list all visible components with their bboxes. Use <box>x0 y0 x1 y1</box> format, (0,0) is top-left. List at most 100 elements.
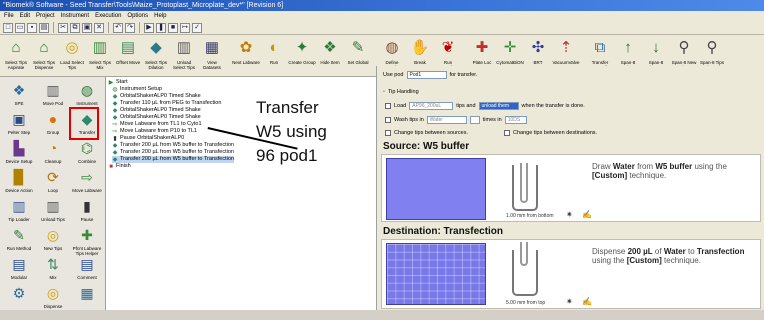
toolbar-button[interactable]: ✿ Next Labware <box>232 35 260 77</box>
start-icon: ▶ <box>108 79 114 86</box>
use-pod-select[interactable]: Pod1 <box>406 71 447 79</box>
new-tips-icon: ◎ <box>46 227 60 243</box>
transfer-step-icon: ◆ <box>112 142 118 149</box>
step-icon[interactable]: ↦ <box>180 22 190 33</box>
play-icon[interactable]: ▶ <box>144 22 154 33</box>
plugin-icon: ⚙ <box>12 285 26 301</box>
pause-toolbar-icon[interactable]: ❚ <box>156 22 166 33</box>
toolbar-button[interactable]: ⌂ Select Tips Dispense <box>30 35 58 77</box>
transfer-step-icon: ◆ <box>112 149 118 156</box>
source-height-label[interactable]: 1.00 mm from bottom <box>506 213 554 219</box>
toolbar-button[interactable]: ◎ Load Select Tips <box>58 35 86 77</box>
step-configuration-panel: Use pod Pod1 for transfer. ◦ Tip Handlin… <box>376 66 764 310</box>
menu-instrument[interactable]: Instrument <box>61 11 89 21</box>
toolbar-button[interactable]: ▥ Select Tips Mix <box>86 35 114 77</box>
palette-item-label: Dispense <box>43 304 63 309</box>
load-tips-row: Load AP96_200uL tips and unload them whe… <box>385 102 585 110</box>
method-step[interactable]: ◆ Transfer 200 µL from W5 buffer to Trans… <box>112 142 234 149</box>
method-step[interactable]: ◆ Transfer 200 µL from W5 buffer to Trans… <box>112 156 234 163</box>
print-icon[interactable]: ▤ <box>39 22 49 33</box>
toolbar-button-label: Run <box>269 60 279 65</box>
toolbar-button[interactable]: ❖ Hide Item <box>316 35 344 77</box>
dest-height-label[interactable]: 5.00 mm from top <box>506 300 545 306</box>
method-step[interactable]: ◆ OrbitalShakerALP0 Timed Shake <box>112 107 201 114</box>
palette-item[interactable]: ⚙ <box>2 282 36 320</box>
copy-icon[interactable]: ⧉ <box>70 22 80 33</box>
settings-icon[interactable]: ✍ <box>582 210 592 219</box>
redo-icon[interactable]: ↷ <box>125 22 135 33</box>
method-step[interactable]: ⇨ Move Labware from TL1 to Cyto1 <box>112 121 202 128</box>
span8-dispense-icon: ↓ <box>652 39 660 56</box>
delete-icon[interactable]: ✕ <box>94 22 104 33</box>
toolbar-button[interactable]: ✎ Set Global <box>344 35 372 77</box>
toolbar-button[interactable]: ◐ Run <box>260 35 288 77</box>
cleanup-icon: ◔ <box>48 140 58 156</box>
stop-icon[interactable]: ■ <box>168 22 178 33</box>
method-step[interactable]: ◆ Transfer 110 µL from PEG to Transfectio… <box>112 100 222 107</box>
open-folder-icon[interactable]: ▭ <box>15 22 25 33</box>
toolbar-button[interactable]: ◆ Select Tips Dilution <box>142 35 170 77</box>
menu-help[interactable]: Help <box>154 11 166 21</box>
palette-item[interactable]: ▦ <box>70 282 104 320</box>
wash-count-input[interactable] <box>469 116 480 124</box>
wash-tips-checkbox[interactable] <box>385 117 391 123</box>
wash-location-select[interactable]: 10DS <box>504 116 527 124</box>
create-group-icon: ✦ <box>295 39 309 56</box>
undo-icon[interactable]: ↶ <box>113 22 123 33</box>
toolbar-button[interactable]: ▥ Unload Select Tips <box>170 35 198 77</box>
source-plate[interactable] <box>386 158 486 220</box>
change-tips-row: Change tips between sources. Change tips… <box>385 129 597 137</box>
method-step[interactable]: ◆ OrbitalShakerALP0 Timed Shake <box>112 93 201 100</box>
change-sources-checkbox[interactable] <box>385 130 391 136</box>
menu-bar: File Edit Project Instrument Execution O… <box>0 11 764 21</box>
transfer-step-icon: ◆ <box>112 100 118 107</box>
toolbar-button[interactable]: ▤ Offset Move <box>114 35 142 77</box>
destination-plate[interactable] <box>386 243 486 305</box>
menu-file[interactable]: File <box>4 11 14 21</box>
tip-dispense-icon: ⌂ <box>39 39 49 56</box>
palette-item-label: Loop <box>47 188 58 193</box>
method-step[interactable]: ⇨ Move Labware from P10 to TL1 <box>112 128 196 135</box>
datasets-icon: ▦ <box>204 39 220 56</box>
menu-project[interactable]: Project <box>36 11 55 21</box>
method-step-label: Instrument Setup <box>120 86 162 92</box>
load-tips-select[interactable]: AP96_200uL <box>409 102 454 110</box>
shake-icon: ◆ <box>112 114 118 121</box>
toolbar-button[interactable]: ✦ Create Group <box>288 35 316 77</box>
move-labware-step-icon: ⇨ <box>112 121 118 128</box>
menu-execution[interactable]: Execution <box>95 11 121 21</box>
validate-icon[interactable]: ✓ <box>192 22 202 33</box>
method-step[interactable]: ▮ Pause OrbitalShakerALP0 <box>112 135 184 142</box>
method-step-label: Move Labware from TL1 to Cyto1 <box>120 121 202 127</box>
change-dest-checkbox[interactable] <box>504 130 510 136</box>
window-title: "Biomek® Software - Seed Transfer\Tools\… <box>0 0 764 11</box>
instrument-icon: ◍ <box>80 82 94 98</box>
method-step[interactable]: ■ Finish <box>108 163 130 170</box>
method-step[interactable]: ◆ OrbitalShakerALP0 Timed Shake <box>112 114 201 121</box>
extra-icon: ▦ <box>80 285 94 301</box>
technique-icon[interactable]: ✷ <box>566 210 573 219</box>
menu-options[interactable]: Options <box>127 11 148 21</box>
cut-icon[interactable]: ✂ <box>58 22 68 33</box>
wash-liquid-select[interactable]: Water <box>426 116 467 124</box>
paste-icon[interactable]: ▣ <box>82 22 92 33</box>
palette-item[interactable]: ◎ Dispense <box>36 282 70 320</box>
technique-icon[interactable]: ✷ <box>566 297 573 306</box>
new-file-icon[interactable]: □ <box>3 22 13 33</box>
settings-icon[interactable]: ✍ <box>582 297 592 306</box>
save-icon[interactable]: ▪ <box>27 22 37 33</box>
toolbar-divider <box>139 22 140 33</box>
collapse-icon[interactable]: ◦ <box>383 88 385 96</box>
source-tip-icon <box>520 163 528 203</box>
menu-edit[interactable]: Edit <box>20 11 30 21</box>
toolbar-button[interactable]: ⌂ Select Tips Aspirate <box>2 35 30 77</box>
method-step[interactable]: ◍ Instrument Setup <box>112 86 162 93</box>
method-step[interactable]: ◆ Transfer 200 µL from W5 buffer to Trans… <box>112 149 234 156</box>
toolbar-button-label: Select Tips Dispense <box>32 60 55 70</box>
palette-item-label: Mix <box>49 275 57 280</box>
toolbar-button[interactable]: ▦ View Datasets <box>198 35 226 77</box>
load-tips-checkbox[interactable] <box>385 103 391 109</box>
annotation-text: Transfer W5 using 96 pod1 <box>256 96 327 168</box>
method-step[interactable]: ▶ Start <box>108 79 128 86</box>
unload-select[interactable]: unload them <box>478 102 519 110</box>
